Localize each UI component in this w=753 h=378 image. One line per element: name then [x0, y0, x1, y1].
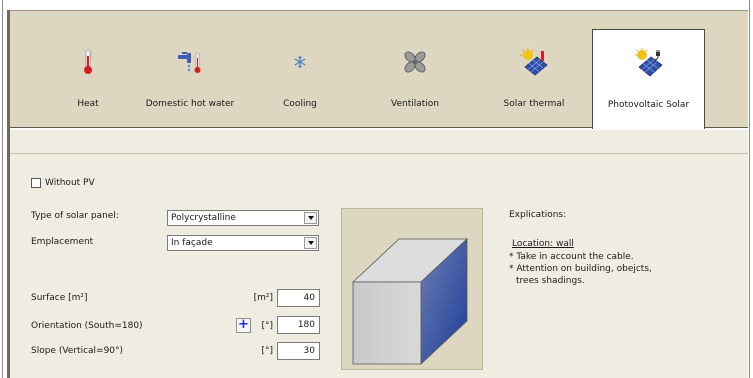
explications-title: Explications:: [509, 210, 567, 220]
building-preview: [341, 208, 483, 370]
surface-unit: [m²]: [253, 293, 273, 303]
thermometer-icon: [73, 47, 103, 77]
panel-type-select[interactable]: Polycrystalline: [167, 210, 319, 226]
surface-label: Surface [m²]: [31, 293, 88, 303]
chevron-down-icon[interactable]: [304, 237, 317, 249]
emplacement-value: In façade: [171, 238, 213, 248]
orientation-input[interactable]: 180: [277, 316, 320, 334]
without-pv-label: Without PV: [45, 178, 95, 188]
explications-line-1: * Take in account the cable.: [509, 252, 634, 262]
panel-type-value: Polycrystalline: [171, 213, 236, 223]
emplacement-select[interactable]: In façade: [167, 235, 319, 251]
slope-unit: [°]: [261, 346, 273, 356]
tab-photovoltaic-solar-label: Photovoltaic Solar: [607, 100, 690, 110]
explications-line-2: * Attention on building, obejcts,: [509, 264, 652, 274]
tab-domestic-hot-water-label: Domestic hot water: [145, 99, 235, 109]
top-strip: [7, 0, 748, 10]
add-orientation-button[interactable]: +: [236, 318, 251, 333]
surface-input[interactable]: 40: [277, 289, 320, 307]
faucet-thermometer-icon: [175, 47, 205, 77]
tab-solar-thermal-label: Solar thermal: [503, 99, 565, 109]
tab-bar: Heat Domestic hot water Cooling Ventilat…: [10, 10, 748, 149]
tab-cooling-label: Cooling: [283, 99, 317, 109]
orientation-label: Orientation (South=180): [31, 321, 143, 331]
without-pv-checkbox[interactable]: [31, 178, 41, 188]
tab-domestic-hot-water[interactable]: Domestic hot water: [138, 11, 242, 128]
orientation-unit: [°]: [261, 321, 273, 331]
tab-cooling[interactable]: Cooling: [260, 11, 340, 128]
slope-input[interactable]: 30: [277, 342, 320, 360]
emplacement-label: Emplacement: [31, 237, 94, 247]
tab-solar-thermal[interactable]: Solar thermal: [488, 11, 580, 128]
solar-thermal-icon: [519, 47, 549, 77]
tab-heat-label: Heat: [77, 99, 99, 109]
building-box-icon: [351, 238, 469, 365]
divider-line: [10, 153, 748, 154]
slope-label: Slope (Vertical=90°): [31, 346, 124, 356]
snowflake-icon: [285, 47, 315, 77]
tab-ventilation[interactable]: Ventilation: [362, 11, 468, 128]
tab-heat[interactable]: Heat: [44, 11, 132, 128]
explications-line-3: trees shadings.: [516, 276, 585, 286]
panel-type-label: Type of solar panel:: [31, 211, 119, 221]
fan-icon: [400, 47, 430, 77]
chevron-down-icon[interactable]: [304, 212, 317, 224]
tab-ventilation-label: Ventilation: [391, 99, 439, 109]
pv-panel-icon: [634, 48, 664, 78]
explications-location: Location: wall: [512, 239, 574, 249]
